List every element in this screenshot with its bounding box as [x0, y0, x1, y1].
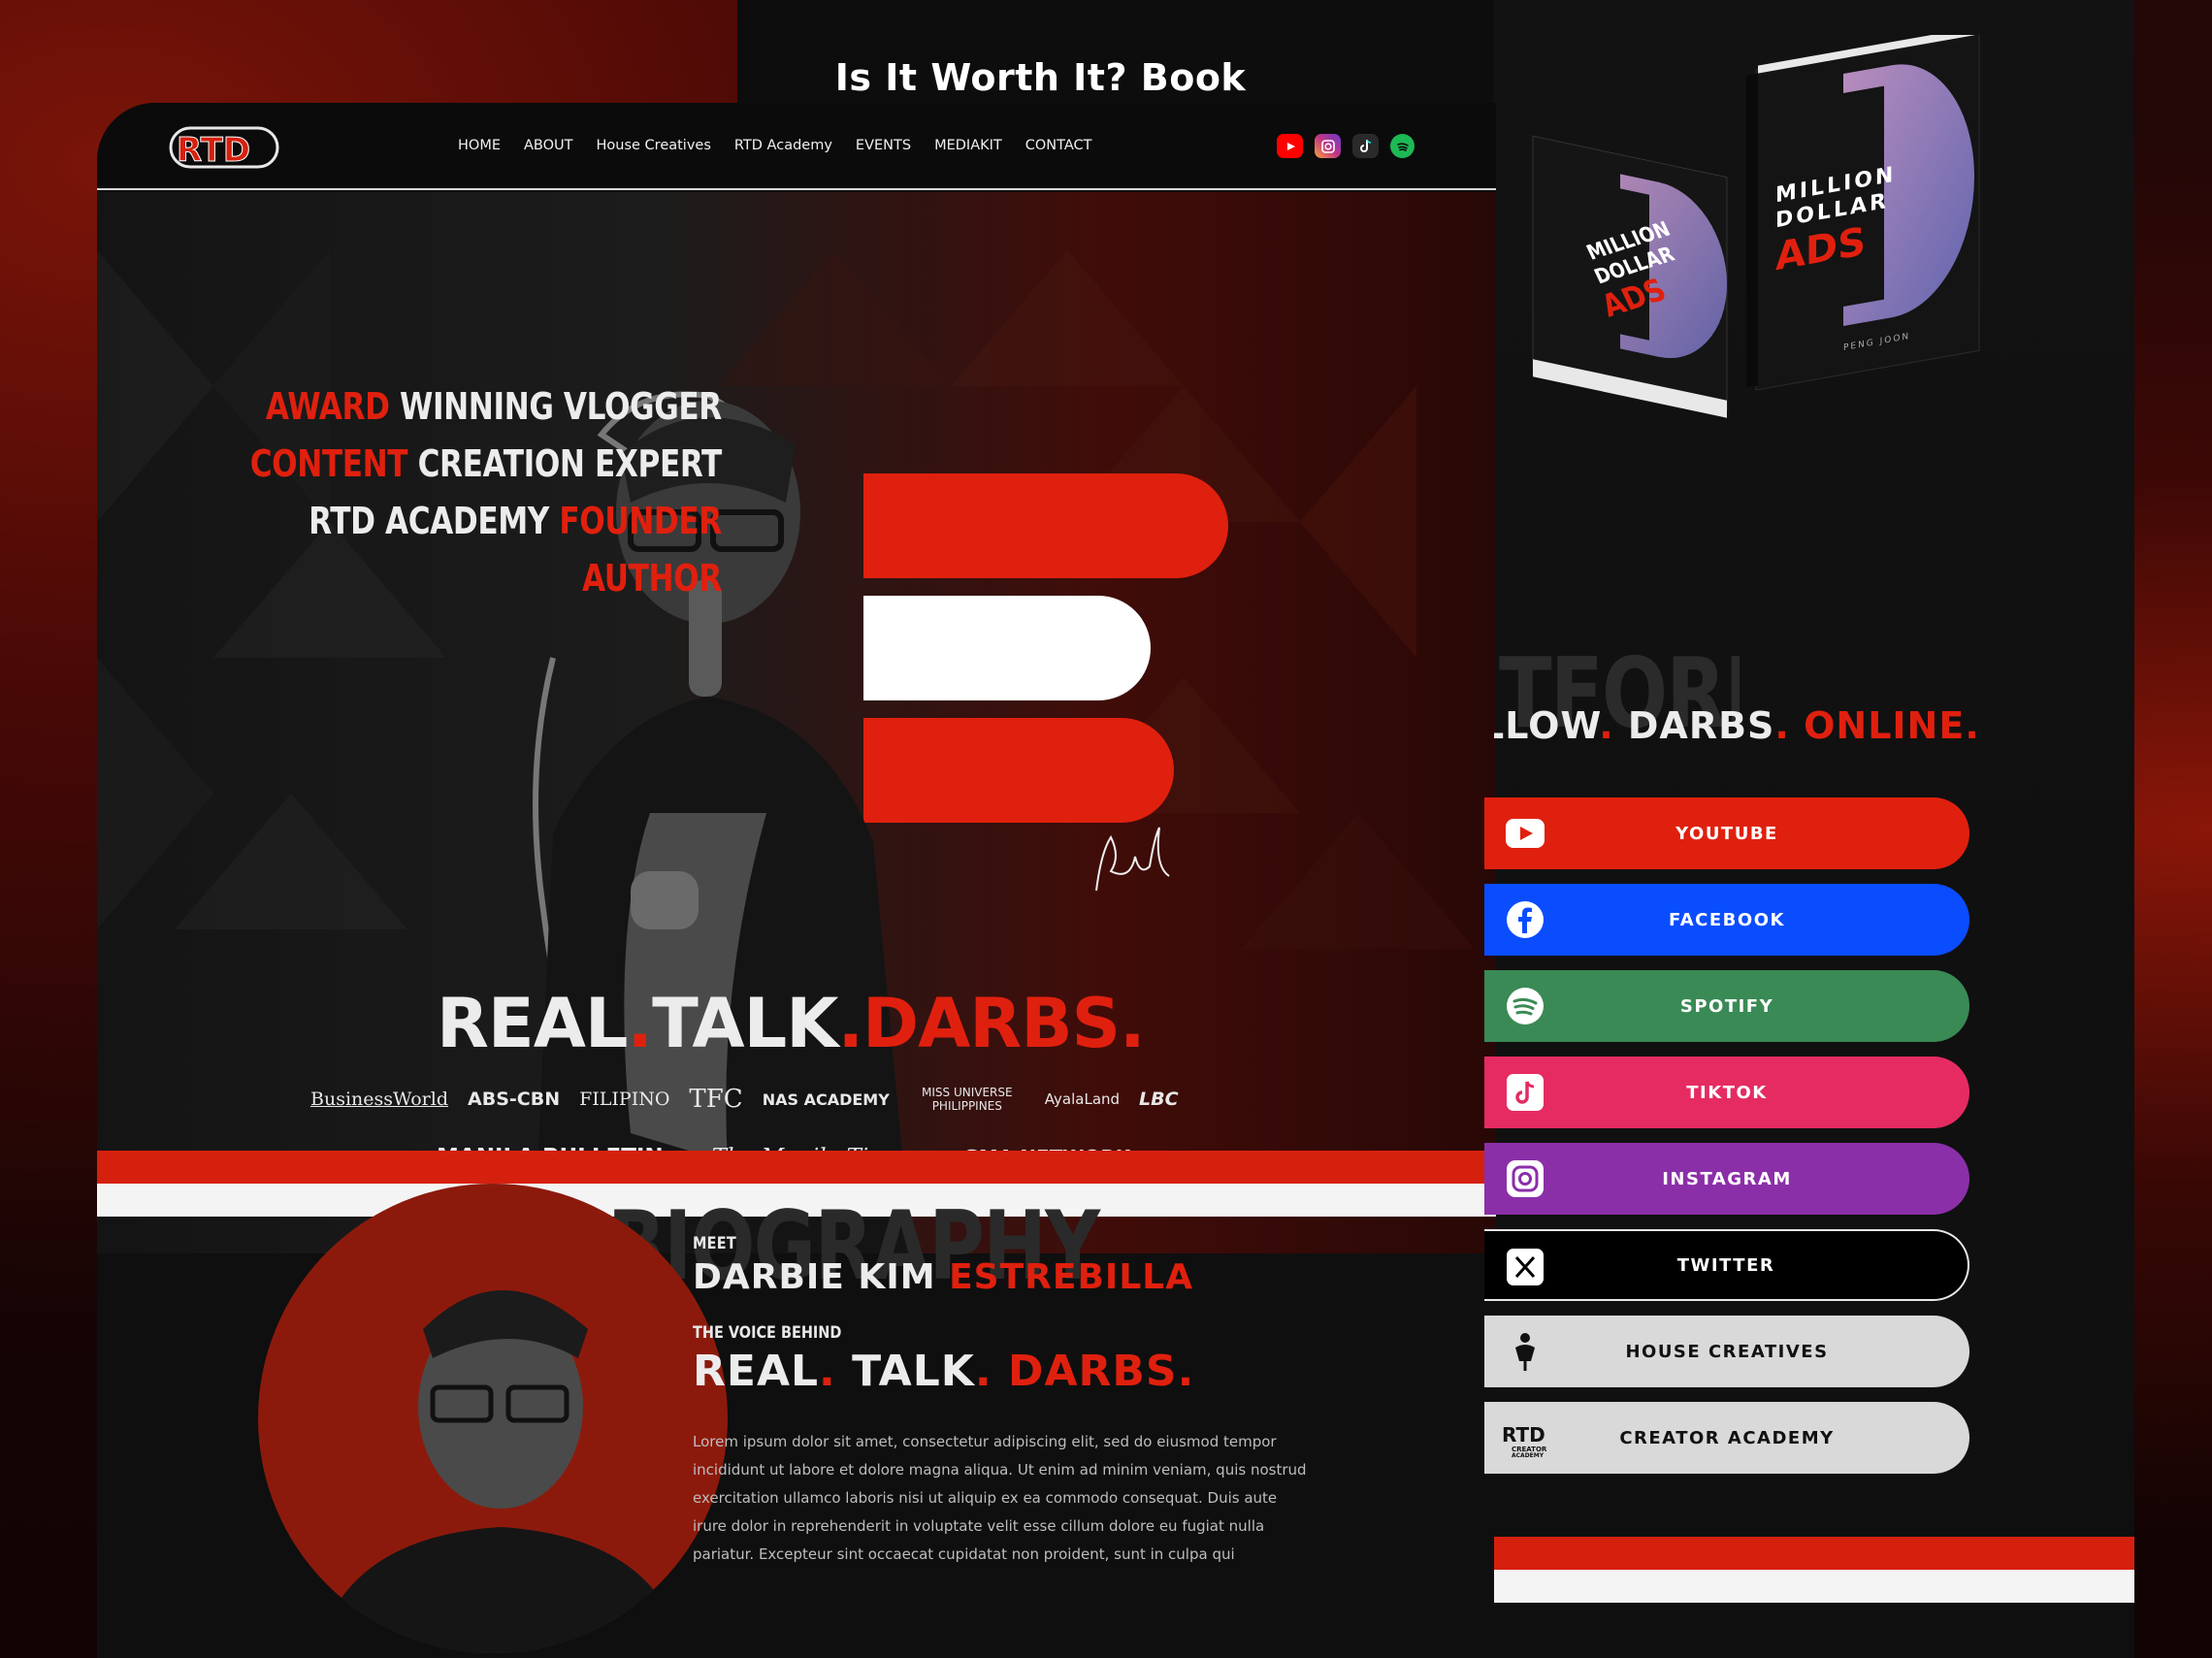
right-red-band	[1494, 1537, 2134, 1570]
bio-meet-label: MEET	[693, 1234, 737, 1253]
ayalaland-logo: AyalaLand	[1044, 1090, 1121, 1108]
hero-taglines: AWARD WINNING VLOGGER CONTENT CREATION E…	[249, 378, 723, 607]
instagram-icon[interactable]	[1315, 134, 1341, 158]
website-page: RTD HOME ABOUT House Creatives RTD Acade…	[97, 103, 1496, 1658]
tfc-logo: TFC	[689, 1085, 743, 1114]
spotify-icon[interactable]	[1390, 134, 1415, 158]
nav-house-creatives[interactable]: House Creatives	[597, 138, 711, 153]
tagline-1: AWARD WINNING VLOGGER	[266, 385, 722, 428]
hero-big-tagline: REAL.TALK.DARBS.	[437, 984, 1146, 1063]
instagram-link-button[interactable]: INSTAGRAM	[1484, 1143, 1969, 1215]
follow-title: LLOW. DARBS. ONLINE.	[1494, 704, 1980, 747]
bio-paragraph: Lorem ipsum dolor sit amet, consectetur …	[693, 1433, 1307, 1563]
nav-mediakit[interactable]: MEDIAKIT	[934, 138, 1002, 153]
rtd-logo[interactable]: RTD	[169, 124, 279, 171]
link-label: SPOTIFY	[1679, 995, 1774, 1017]
bio-rtd-title: REAL. TALK. DARBS.	[693, 1347, 1195, 1396]
tiktok-link-button[interactable]: TIKTOK	[1484, 1057, 1969, 1128]
right-white-band	[1494, 1570, 2134, 1603]
link-label: TIKTOK	[1686, 1082, 1768, 1103]
tiktok-icon[interactable]	[1352, 134, 1379, 158]
red-dot-grid	[891, 766, 939, 815]
biography-photo	[258, 1184, 728, 1653]
youtube-icon	[1506, 814, 1545, 853]
miss-universe-logo: MISS UNIVERSE PHILIPPINES	[922, 1086, 1013, 1113]
main-menu: HOME ABOUT House Creatives RTD Academy E…	[458, 138, 1116, 153]
facebook-icon	[1506, 900, 1545, 939]
nav-home[interactable]: HOME	[458, 138, 501, 153]
book-image: MILLION DOLLAR ADS MILLION DOLLAR ADS PE…	[1532, 26, 1981, 418]
lbc-logo: LBC	[1139, 1089, 1179, 1110]
spotify-icon	[1506, 987, 1545, 1025]
nav-contact[interactable]: CONTACT	[1025, 138, 1092, 153]
instagram-icon	[1506, 1159, 1545, 1198]
link-label: TWITTER	[1676, 1254, 1775, 1276]
hero-section: AWARD WINNING VLOGGER CONTENT CREATION E…	[97, 192, 1496, 1253]
signature	[1087, 823, 1174, 910]
filipino-logo: FILIPINO	[579, 1089, 670, 1110]
x-icon	[1506, 1248, 1545, 1286]
tiktok-icon	[1506, 1073, 1545, 1112]
bio-voice-label: THE VOICE BEHIND	[693, 1323, 842, 1343]
link-label: HOUSE CREATIVES	[1625, 1341, 1829, 1362]
nas-academy-logo: NAS ACADEMY	[762, 1089, 890, 1109]
abs-cbn-logo: ABS-CBN	[468, 1089, 561, 1110]
facebook-link-button[interactable]: FACEBOOK	[1484, 884, 1969, 956]
rtd-academy-icon: RTD CREATOR ACADEMY	[1498, 1418, 1560, 1457]
link-label: INSTAGRAM	[1662, 1168, 1792, 1189]
svg-text:ACADEMY: ACADEMY	[1512, 1452, 1545, 1457]
link-label: YOUTUBE	[1675, 823, 1778, 844]
book-mockup: MILLION DOLLAR ADS MILLION DOLLAR ADS PE…	[1513, 26, 2018, 462]
creator-academy-link-button[interactable]: RTD CREATOR ACADEMY CREATOR ACADEMY	[1484, 1402, 1969, 1474]
twitter-link-button[interactable]: TWITTER	[1484, 1229, 1969, 1301]
svg-text:RTD: RTD	[1502, 1423, 1545, 1447]
tagline-2: CONTENT CREATION EXPERT	[249, 442, 723, 485]
businessworld-logo: BusinessWorld	[310, 1089, 449, 1110]
nav-about[interactable]: ABOUT	[524, 138, 573, 153]
svg-text:RTD: RTD	[177, 131, 250, 170]
nav-rtd-academy[interactable]: RTD Academy	[734, 138, 832, 153]
red-divider-band	[97, 1151, 1496, 1184]
youtube-icon[interactable]	[1277, 134, 1303, 158]
spotify-link-button[interactable]: SPOTIFY	[1484, 970, 1969, 1042]
youtube-link-button[interactable]: YOUTUBE	[1484, 797, 1969, 869]
link-label: CREATOR ACADEMY	[1619, 1427, 1835, 1448]
navbar: RTD HOME ABOUT House Creatives RTD Acade…	[97, 103, 1496, 190]
house-creatives-link-button[interactable]: HOUSE CREATIVES	[1484, 1316, 1969, 1387]
nav-social-links	[1277, 134, 1415, 158]
tagline-3: RTD ACADEMY FOUNDER	[309, 500, 722, 542]
rtd-logo-icon: RTD	[169, 126, 279, 171]
link-label: FACEBOOK	[1669, 909, 1785, 930]
platform-links: YOUTUBE FACEBOOK SPOTIFY TIKTOK INSTAGRA…	[1484, 797, 1969, 1488]
house-creatives-icon	[1506, 1332, 1545, 1371]
bio-name: DARBIE KIM ESTREBILLA	[693, 1257, 1194, 1297]
tagline-4: AUTHOR	[582, 557, 722, 600]
media-logos-row-1: BusinessWorld ABS-CBN FILIPINO TFC NAS A…	[310, 1085, 1179, 1114]
nav-events[interactable]: EVENTS	[856, 138, 911, 153]
